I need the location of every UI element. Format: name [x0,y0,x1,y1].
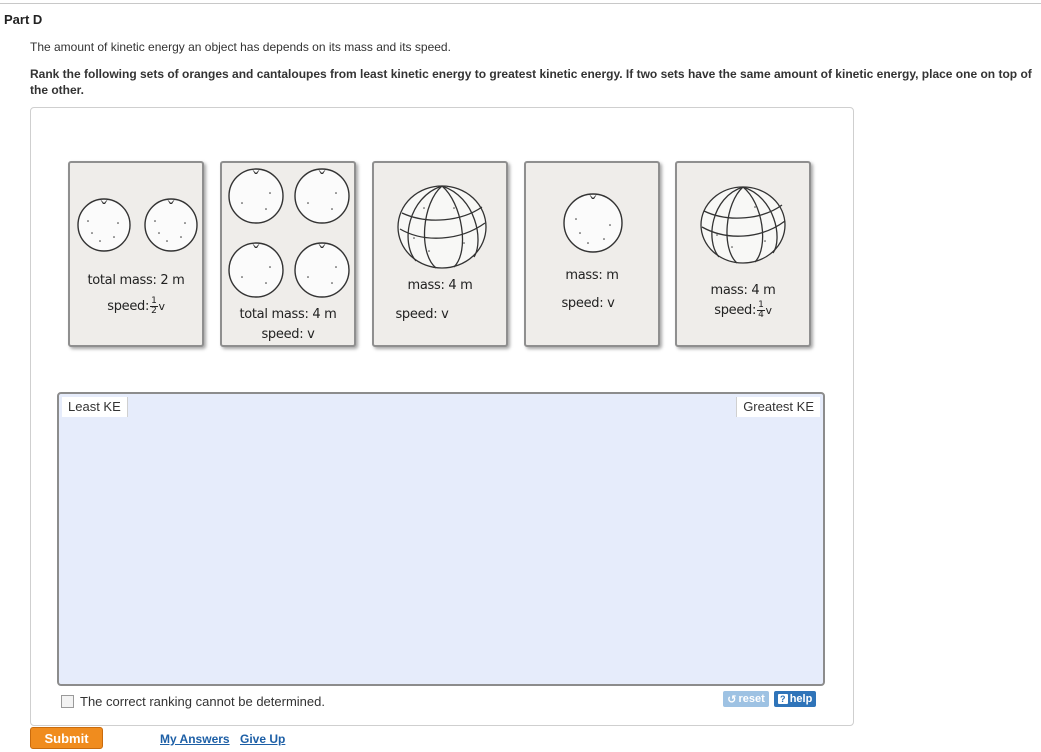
reset-button[interactable]: ↺ reset [723,691,769,707]
instructions-text: Rank the following sets of oranges and c… [30,67,1032,97]
card-speed-label: speed: [107,299,150,314]
card-cantaloupe[interactable]: mass: 4 m speed: v [372,161,508,347]
card-cantaloupe-slow[interactable]: mass: 4 m speed: 1 4 v [675,161,811,347]
card-two-oranges[interactable]: total mass: 2 m speed: 1 2 v [68,161,204,347]
speed-fraction: 12 [150,296,158,316]
card-four-oranges[interactable]: total mass: 4 m speed: v [220,161,356,347]
submit-button[interactable]: Submit [30,727,103,749]
card-mass-label: mass: m [565,268,619,283]
cannot-determine-label: The correct ranking cannot be determined… [80,694,325,709]
help-button[interactable]: ? help [774,691,816,707]
intro-text: The amount of kinetic energy an object h… [30,40,451,54]
cannot-determine-checkbox[interactable] [61,695,74,708]
give-up-link[interactable]: Give Up [240,732,285,746]
card-speed-label: speed: v [261,327,315,342]
question-icon: ? [777,694,788,704]
my-answers-link[interactable]: My Answers [160,732,230,746]
card-mass-label: total mass: 4 m [239,307,337,322]
part-title: Part D [4,12,43,27]
least-ke-label: Least KE [62,397,128,417]
card-speed-label: speed: v [561,296,615,311]
card-mass-label: total mass: 2 m [87,273,185,288]
ranking-widget: total mass: 2 m speed: 1 2 v total mass:… [30,107,854,726]
card-mass-label: mass: 4 m [710,283,776,298]
card-speed-label: speed: v [395,307,449,322]
card-speed-label: speed: [714,303,757,318]
greatest-ke-label: Greatest KE [736,397,820,417]
reset-icon: ↺ [727,693,737,706]
card-mass-label: mass: 4 m [407,278,473,293]
two-oranges-icon [77,198,198,252]
card-one-orange[interactable]: mass: m speed: v [524,161,660,347]
card-speed: speed: 1 2 v [107,296,165,316]
ranking-drop-area[interactable]: Least KE Greatest KE [57,392,825,686]
card-speed: speed: 1 4 v [714,300,772,320]
speed-fraction: 14 [757,300,765,320]
cannot-determine-option[interactable]: The correct ranking cannot be determined… [61,694,325,709]
orange-icon [563,193,623,253]
top-divider [0,3,1041,4]
